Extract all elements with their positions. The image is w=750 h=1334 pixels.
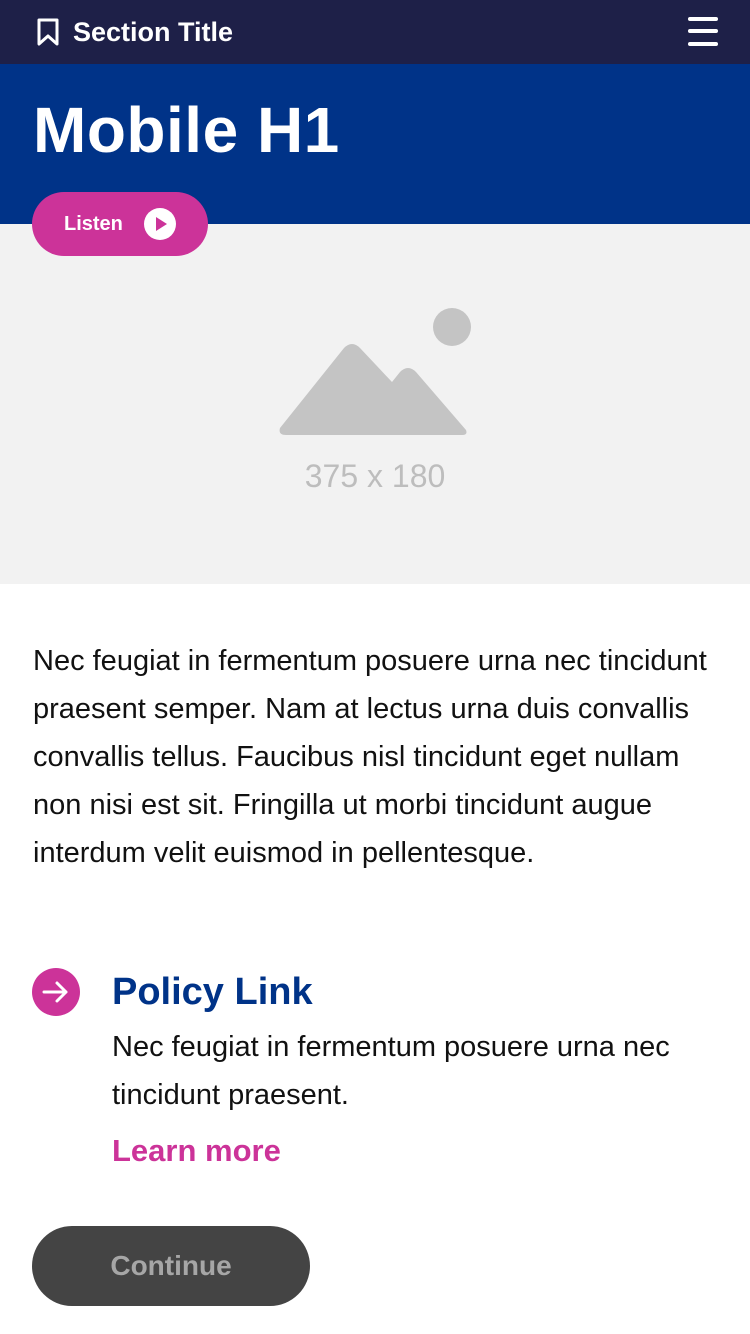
learn-more-link[interactable]: Learn more [112, 1129, 281, 1173]
hamburger-menu-icon[interactable] [686, 16, 720, 48]
play-icon [144, 208, 176, 240]
section-title: Section Title [73, 17, 234, 47]
image-dimensions-label: 375 x 180 [304, 458, 446, 494]
page-title: Mobile H1 [33, 94, 340, 166]
top-bar: Section Title [0, 0, 750, 64]
policy-link-description: Nec feugiat in fermentum posuere urna ne… [112, 1031, 670, 1111]
listen-label: Listen [64, 213, 123, 235]
listen-button[interactable]: Listen [32, 192, 208, 256]
image-placeholder: 375 x 180 [0, 224, 750, 584]
policy-link-title[interactable]: Policy Link [112, 966, 313, 1018]
bookmark-icon[interactable] [36, 18, 60, 46]
arrow-right-icon[interactable] [32, 968, 80, 1016]
image-placeholder-icon [279, 308, 471, 435]
body-paragraph: Nec feugiat in fermentum posuere urna ne… [33, 645, 707, 869]
continue-button[interactable]: Continue [32, 1226, 310, 1306]
